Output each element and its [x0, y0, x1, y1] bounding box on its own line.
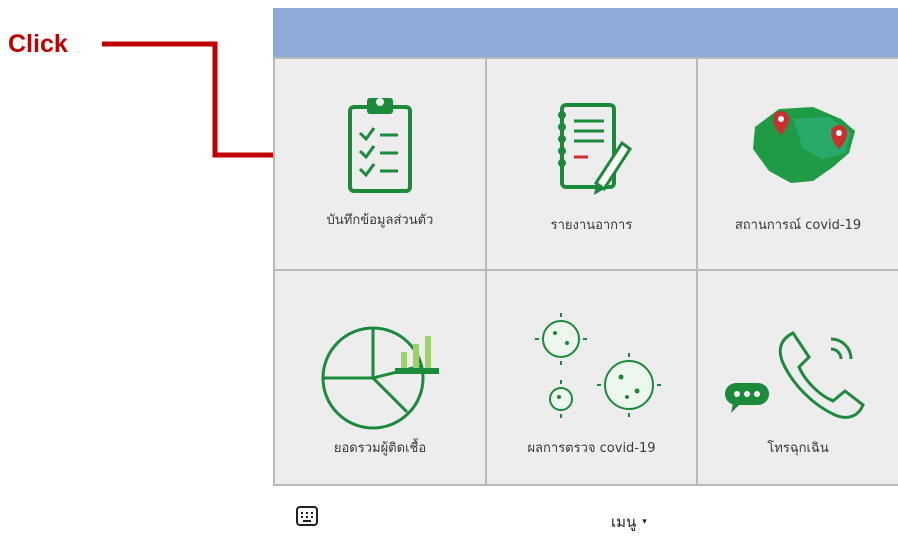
clipboard-checklist-icon: [275, 95, 485, 205]
menu-item-label: บันทึกข้อมูลส่วนตัว: [326, 213, 434, 228]
pie-chart-icon: [275, 316, 485, 431]
menu-label: เมนู: [611, 513, 637, 531]
menu-item-label: รายงานอาการ: [550, 218, 633, 233]
bottom-bar: เมนู ▾: [273, 486, 898, 538]
menu-grid: บันทึกข้อมูลส่วนตัว รายงานอาการ สถานการณ…: [273, 57, 898, 486]
menu-toggle[interactable]: เมนู ▾: [611, 510, 647, 534]
menu-item-label: สถานการณ์ covid-19: [734, 218, 862, 233]
header-bar: [273, 8, 898, 57]
map-pin-icon: [698, 89, 898, 199]
menu-item-label: ผลการตรวจ covid-19: [527, 441, 656, 456]
caret-down-icon: ▾: [642, 517, 647, 527]
menu-item-symptom-report[interactable]: รายงานอาการ: [487, 57, 698, 271]
menu-item-total-infected[interactable]: ยอดรวมผู้ติดเชื้อ: [273, 271, 487, 486]
mobile-panel: บันทึกข้อมูลส่วนตัว รายงานอาการ สถานการณ…: [273, 8, 898, 486]
menu-item-emergency-call[interactable]: โทรฉุกเฉิน: [698, 271, 898, 486]
keyboard-icon[interactable]: [296, 506, 318, 530]
menu-item-label: โทรฉุกเฉิน: [767, 441, 829, 456]
phone-icon: [698, 319, 898, 429]
menu-item-test-results[interactable]: ผลการตรวจ covid-19: [487, 271, 698, 486]
notebook-pen-icon: [487, 99, 696, 199]
virus-icon: [487, 309, 696, 424]
menu-item-personal-record[interactable]: บันทึกข้อมูลส่วนตัว: [273, 57, 487, 271]
menu-item-label: ยอดรวมผู้ติดเชื้อ: [333, 441, 427, 456]
menu-item-covid-situation[interactable]: สถานการณ์ covid-19: [698, 57, 898, 271]
